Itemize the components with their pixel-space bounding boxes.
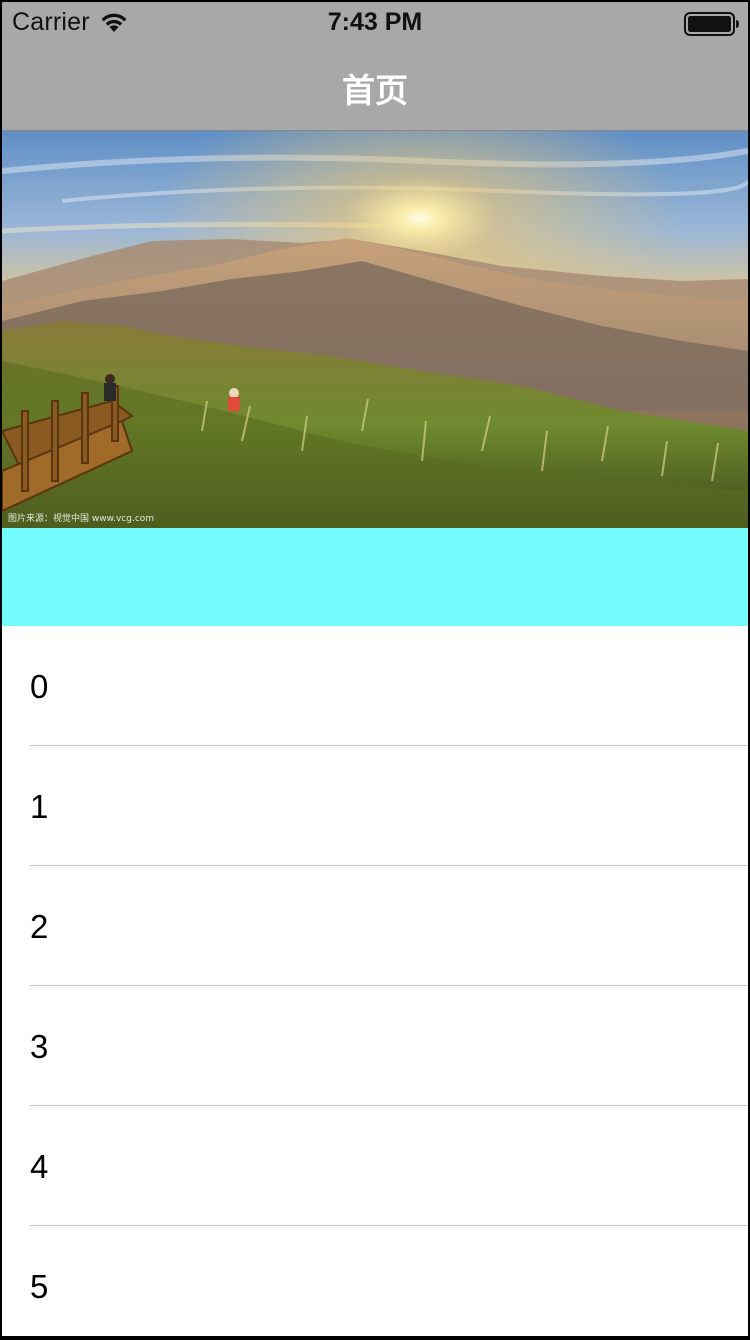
banner-caption: 图片来源：视觉中国 www.vcg.com <box>8 514 155 524</box>
status-bar: Carrier 7:43 PM <box>2 2 748 42</box>
list-item-label: 2 <box>30 908 49 945</box>
table-list: 0 1 2 3 4 5 <box>2 626 748 1336</box>
list-item[interactable]: 1 <box>2 746 748 866</box>
page-title: 首页 <box>342 71 408 110</box>
status-time: 7:43 PM <box>327 8 423 36</box>
list-item-label: 1 <box>30 788 49 825</box>
list-item[interactable]: 3 <box>2 986 748 1106</box>
app-screen: Carrier 7:43 PM 首页 图片来源：视觉中国 www.vcg.com… <box>2 2 748 1336</box>
list-item-label: 5 <box>30 1268 49 1305</box>
banner-image[interactable]: 图片来源：视觉中国 www.vcg.com <box>2 131 748 528</box>
list-item-label: 4 <box>30 1148 49 1185</box>
list-item[interactable]: 4 <box>2 1106 748 1226</box>
battery-icon <box>684 12 739 36</box>
section-header <box>2 528 748 626</box>
list-item-label: 3 <box>30 1028 49 1065</box>
landscape-photo <box>2 131 748 528</box>
list-item[interactable]: 0 <box>2 626 748 746</box>
list-item[interactable]: 2 <box>2 866 748 986</box>
list-item[interactable]: 5 <box>2 1226 748 1336</box>
list-item-label: 0 <box>30 668 49 705</box>
navigation-header: Carrier 7:43 PM 首页 <box>2 2 748 130</box>
